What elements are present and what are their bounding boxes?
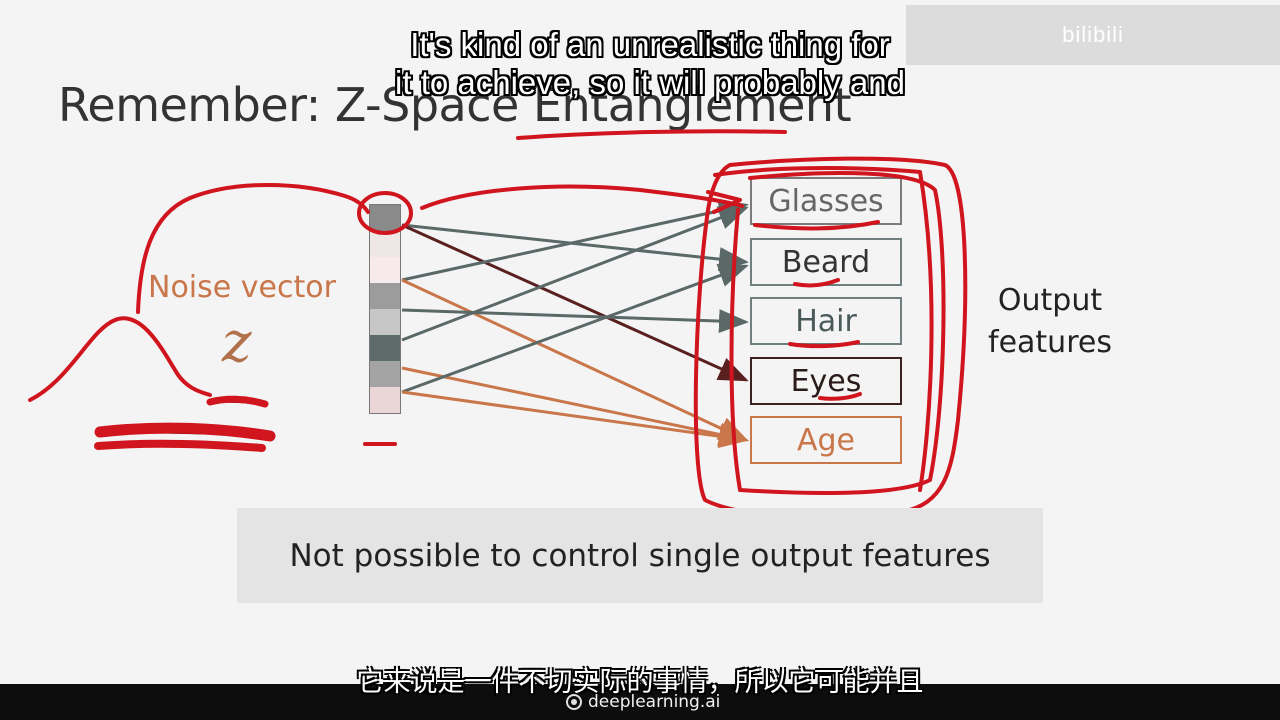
banner-text: Not possible to control single output fe… [289, 537, 991, 574]
subtitle-line: it to achieve, so it will probably and [395, 64, 905, 101]
banner-statement: Not possible to control single output fe… [237, 508, 1043, 603]
deeplearning-logo-icon [566, 694, 582, 710]
brand-name: deeplearning.ai [588, 692, 721, 712]
subtitle-line: It's kind of an unrealistic thing for [410, 26, 890, 63]
deeplearning-brand: deeplearning.ai [566, 690, 720, 714]
english-subtitle: It's kind of an unrealistic thing for it… [330, 26, 970, 102]
lecture-slide: Remember: Z-Space Entanglement Noise vec… [0, 0, 1280, 684]
